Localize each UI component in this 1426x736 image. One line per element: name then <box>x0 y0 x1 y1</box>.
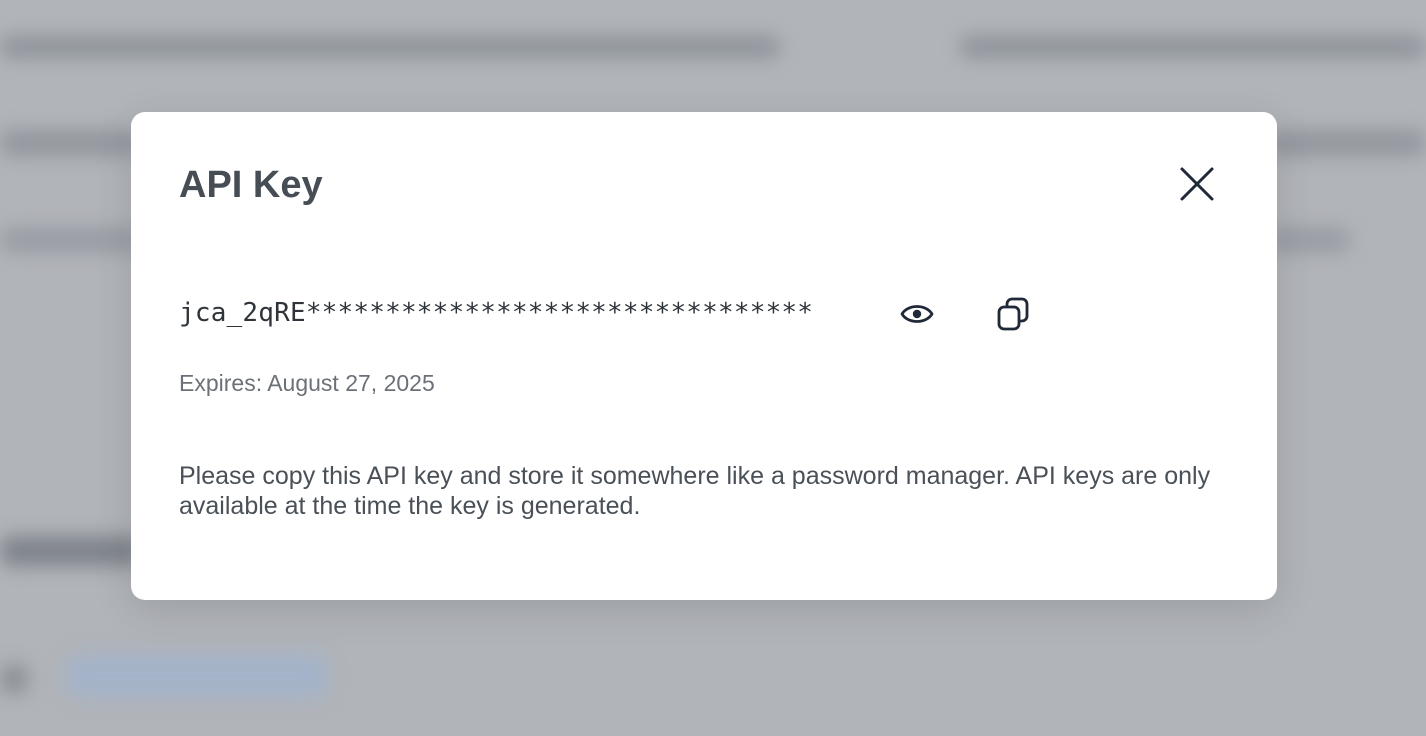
api-key-dialog: API Key jca_2qRE************************… <box>131 112 1277 600</box>
copy-icon <box>996 296 1030 332</box>
close-icon <box>1179 166 1215 202</box>
copy-key-button[interactable] <box>991 292 1035 336</box>
api-key-row: jca_2qRE******************************** <box>179 294 813 332</box>
close-button[interactable] <box>1175 162 1219 206</box>
blurred-content <box>0 536 140 566</box>
blurred-content <box>0 36 780 58</box>
copy-notice-text: Please copy this API key and store it so… <box>179 462 1211 520</box>
blurred-content <box>960 36 1426 58</box>
blurred-content <box>0 130 140 156</box>
blurred-content <box>66 654 328 698</box>
expiration-date: Expires: August 27, 2025 <box>179 370 435 396</box>
reveal-key-button[interactable] <box>895 292 939 336</box>
blurred-content <box>1270 130 1426 156</box>
blurred-content <box>1270 228 1350 252</box>
dialog-title: API Key <box>179 164 323 206</box>
blurred-content <box>0 228 140 252</box>
blurred-content <box>0 664 28 694</box>
eye-icon <box>900 302 934 326</box>
api-key-value: jca_2qRE******************************** <box>179 298 814 328</box>
